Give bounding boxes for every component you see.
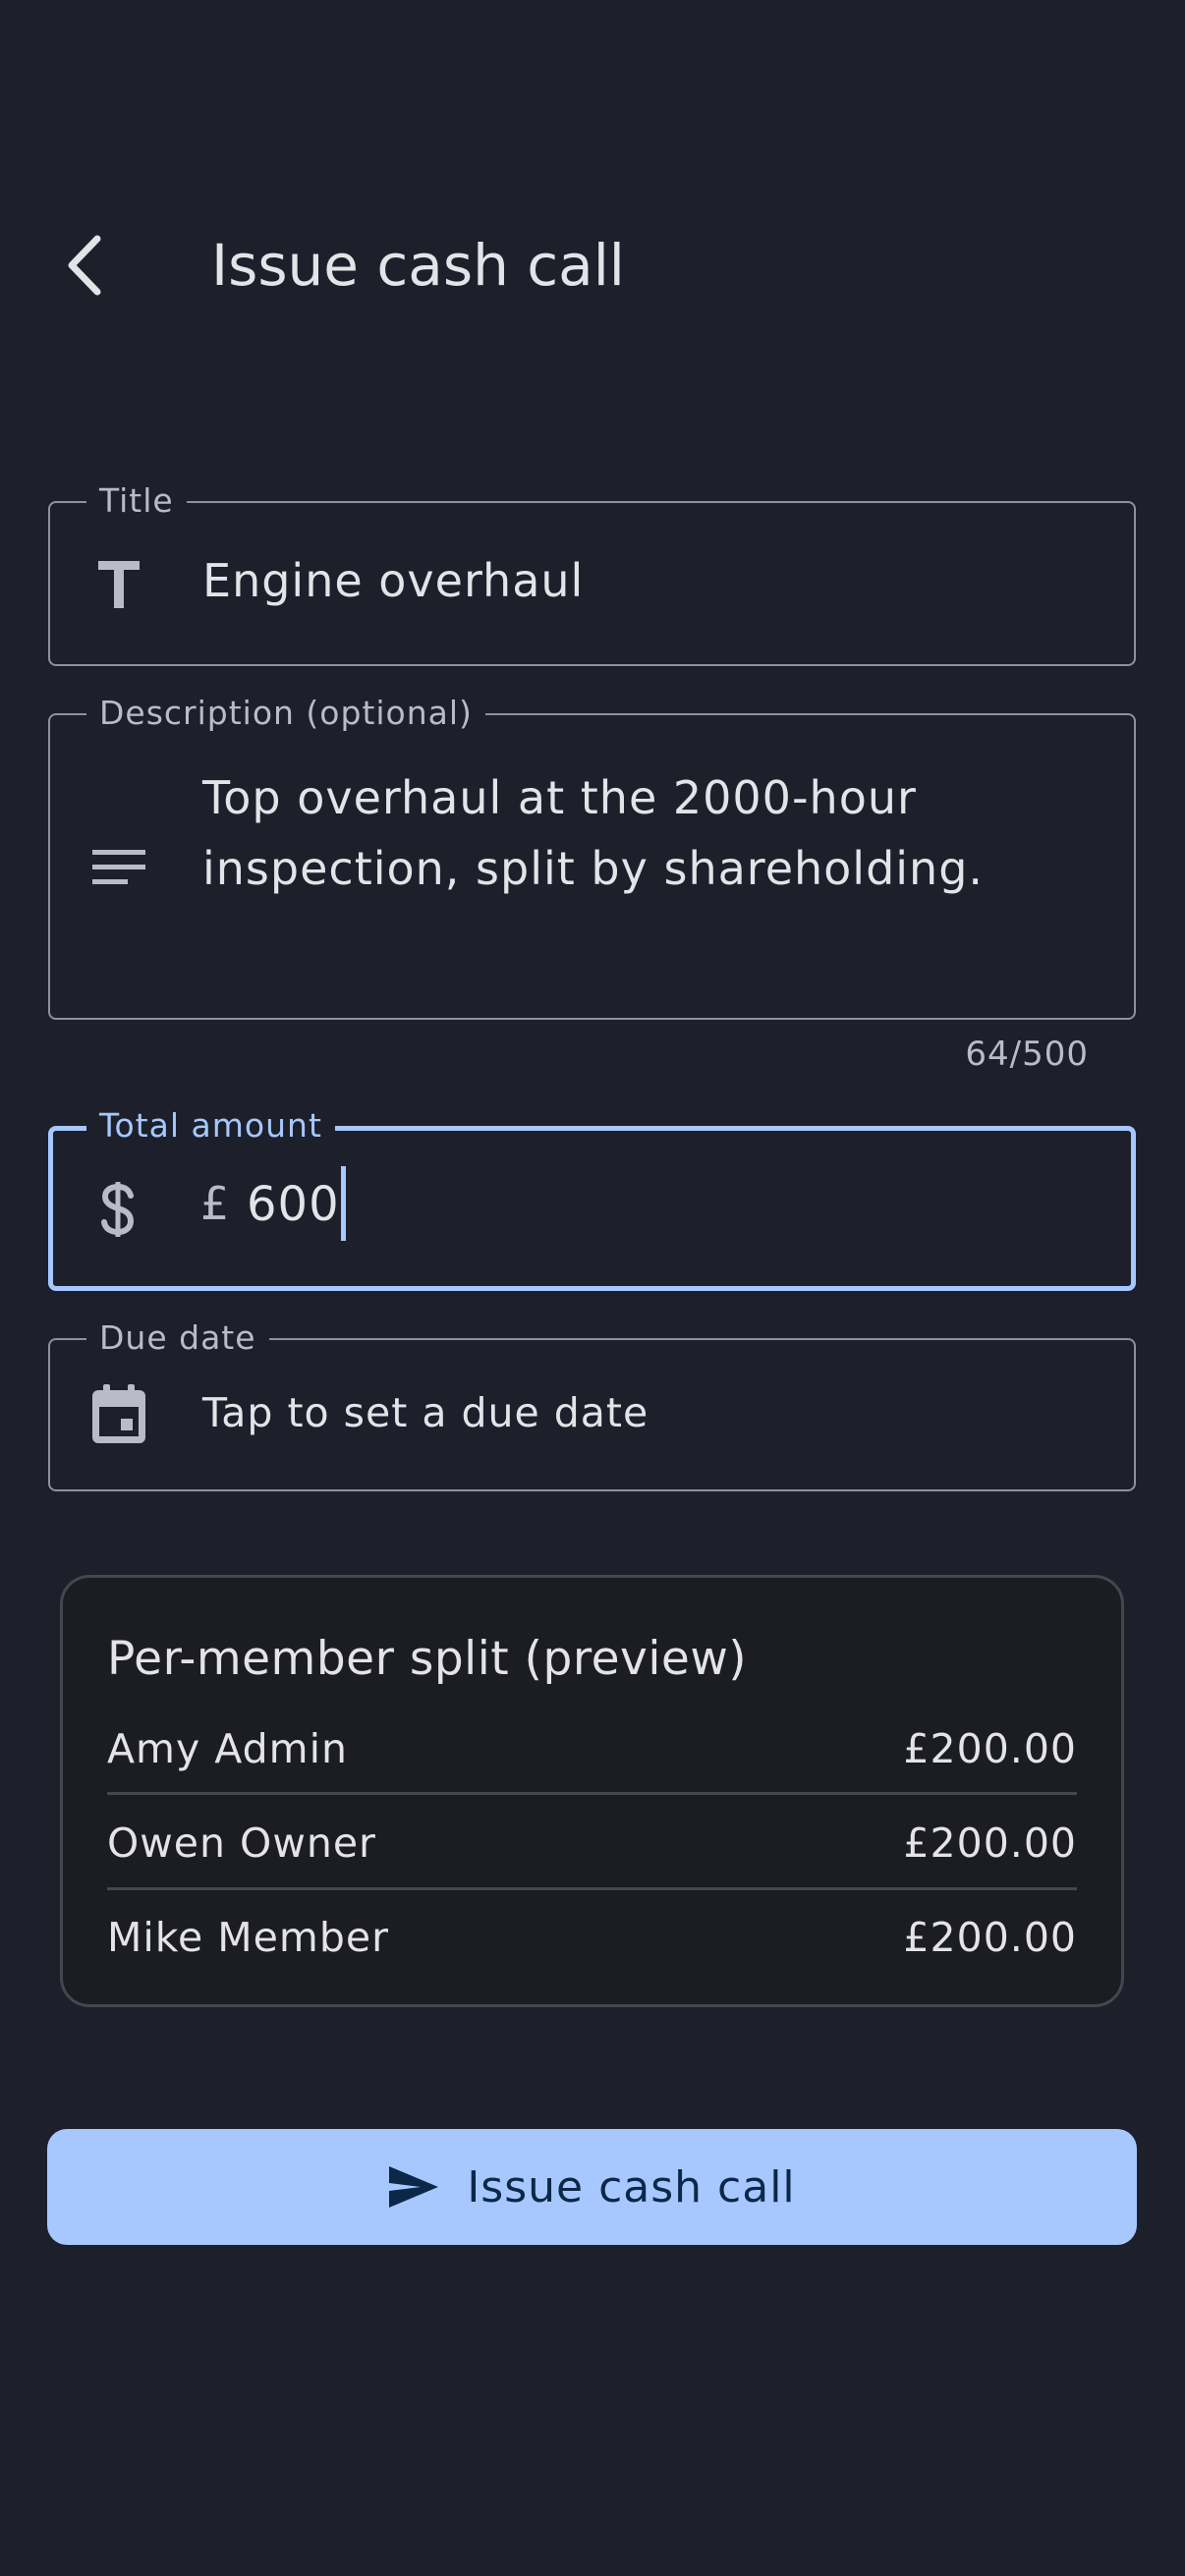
title-field-label: Title xyxy=(86,481,187,521)
due-date-input: Tap to set a due date xyxy=(202,1389,649,1436)
member-name: Amy Admin xyxy=(107,1725,348,1772)
due-date-field[interactable]: Due date Tap to set a due date xyxy=(48,1318,1136,1491)
title-t-icon xyxy=(89,555,148,614)
split-preview-card: Per-member split (preview) Amy Admin £20… xyxy=(60,1575,1124,2007)
member-amount: £200.00 xyxy=(903,1725,1077,1772)
send-icon xyxy=(389,2166,439,2208)
dollar-icon xyxy=(88,1180,147,1239)
amount-input[interactable]: 600 xyxy=(247,1166,346,1245)
split-row: Mike Member £200.00 xyxy=(107,1890,1077,1985)
issue-cash-call-label: Issue cash call xyxy=(467,2161,796,2212)
split-preview-title: Per-member split (preview) xyxy=(107,1632,748,1686)
text-cursor xyxy=(340,1166,346,1241)
issue-cash-call-button[interactable]: Issue cash call xyxy=(47,2129,1137,2245)
description-field[interactable]: Description (optional) Top overhaul at t… xyxy=(48,694,1136,1020)
back-button[interactable] xyxy=(39,216,128,314)
title-field[interactable]: Title Engine overhaul xyxy=(48,481,1136,666)
member-name: Mike Member xyxy=(107,1914,389,1961)
title-input: Engine overhaul xyxy=(202,554,585,607)
description-input: Top overhaul at the 2000-hour inspection… xyxy=(202,771,985,895)
member-name: Owen Owner xyxy=(107,1820,376,1867)
character-counter: 64/500 xyxy=(965,1035,1089,1074)
member-amount: £200.00 xyxy=(903,1914,1077,1961)
total-amount-field-label: Total amount xyxy=(86,1106,335,1146)
due-date-field-label: Due date xyxy=(86,1318,269,1358)
description-field-label: Description (optional) xyxy=(86,694,485,733)
member-amount: £200.00 xyxy=(903,1820,1077,1867)
page-title: Issue cash call xyxy=(211,232,625,299)
amount-prefix: £ xyxy=(200,1177,231,1230)
split-row: Owen Owner £200.00 xyxy=(107,1796,1077,1890)
notes-lines-icon xyxy=(89,838,148,897)
row-divider xyxy=(107,1792,1077,1795)
split-row: Amy Admin £200.00 xyxy=(107,1702,1077,1796)
total-amount-field[interactable]: Total amount £ 600 xyxy=(48,1106,1136,1291)
amount-value: 600 xyxy=(247,1177,340,1232)
chevron-left-icon xyxy=(68,235,101,296)
calendar-icon xyxy=(89,1384,148,1443)
